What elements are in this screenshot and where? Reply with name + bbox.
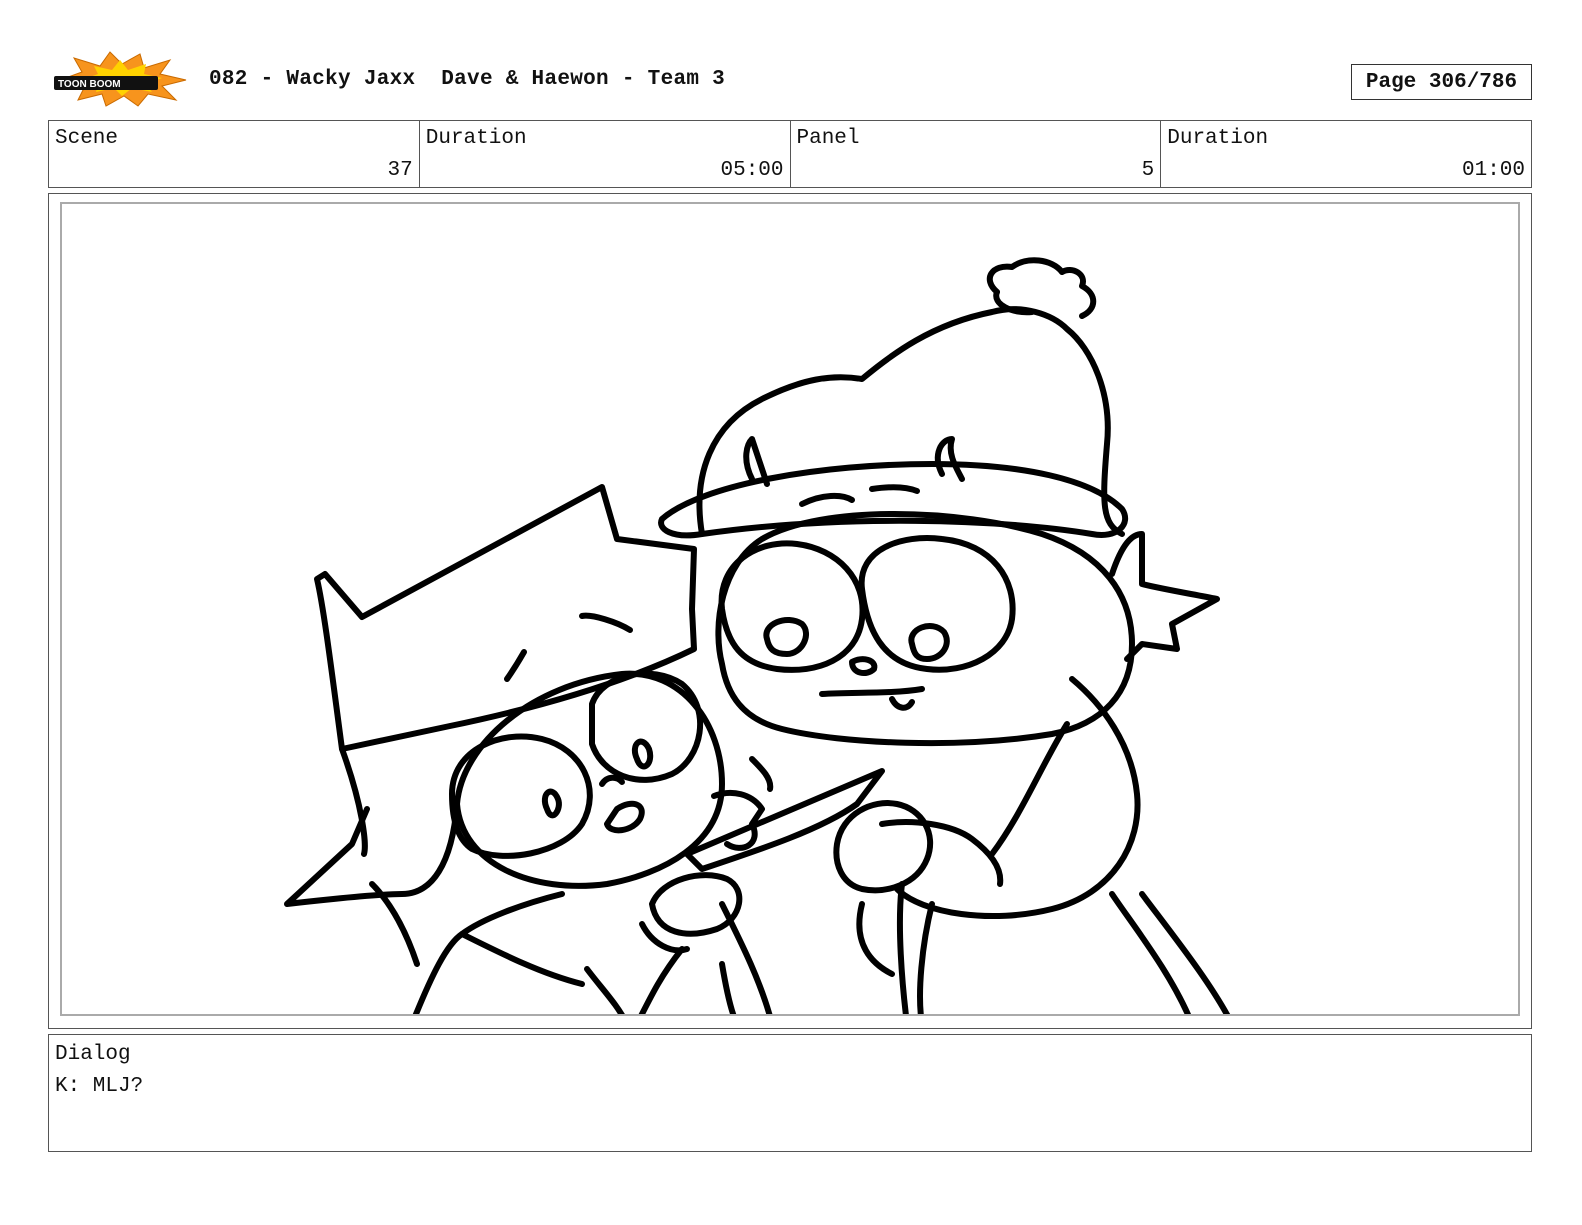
scene-duration-label: Duration: [425, 127, 527, 150]
storyboard-title: 082 - Wacky Jaxx Dave & Haewon - Team 3: [209, 68, 726, 91]
dialog-text: K: MLJ?: [55, 1075, 144, 1098]
panel-drawing-area: [60, 202, 1520, 1016]
panel-frame: [48, 193, 1532, 1029]
panel-value: 5: [1141, 159, 1155, 182]
scene-duration-value: 05:00: [720, 159, 784, 182]
panel-duration-value: 01:00: [1461, 159, 1525, 182]
toon-boom-logo: TOON BOOM: [52, 50, 190, 108]
panel-cell: Panel 5: [791, 121, 1162, 187]
panel-label: Panel: [796, 127, 860, 150]
scene-label: Scene: [55, 127, 119, 150]
storyboard-sketch: [284, 257, 1231, 1014]
panel-duration-cell: Duration 01:00: [1161, 121, 1531, 187]
info-row: Scene 37 Duration 05:00 Panel 5 Duration…: [48, 120, 1532, 188]
dialog-label: Dialog: [55, 1043, 131, 1066]
scene-duration-cell: Duration 05:00: [420, 121, 791, 187]
panel-duration-label: Duration: [1167, 127, 1269, 150]
dialog-box: Dialog K: MLJ?: [48, 1034, 1532, 1152]
logo-text: TOON BOOM: [58, 79, 121, 90]
page-number: Page 306/786: [1351, 64, 1532, 100]
scene-cell: Scene 37: [49, 121, 420, 187]
scene-value: 37: [387, 159, 413, 182]
